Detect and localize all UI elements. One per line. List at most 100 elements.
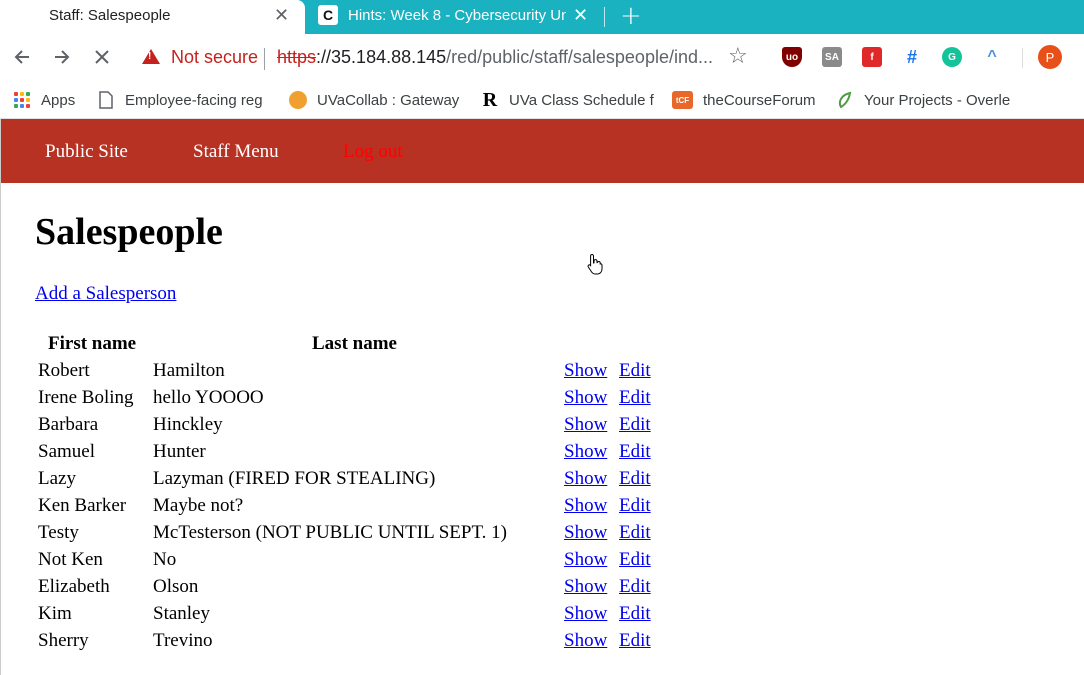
first-name-cell: Samuel [38, 441, 95, 462]
url-scheme: https [277, 47, 317, 67]
last-name-cell: No [153, 549, 177, 570]
show-link[interactable]: Show [564, 576, 607, 598]
apps-grid-icon [13, 91, 31, 109]
tab-hints-week8[interactable]: C Hints: Week 8 - Cybersecurity Un ✕ [305, 0, 605, 34]
tab-close-icon[interactable]: ✕ [274, 5, 289, 26]
last-name-cell: hello YOOOO [153, 387, 264, 408]
warning-icon[interactable] [142, 49, 160, 64]
tab-close-icon[interactable]: ✕ [573, 5, 588, 26]
edit-link[interactable]: Edit [619, 441, 651, 463]
show-link[interactable]: Show [564, 522, 607, 544]
grid-icon[interactable]: # [902, 47, 922, 67]
grammarly-icon[interactable]: G [942, 47, 962, 67]
edit-link[interactable]: Edit [619, 495, 651, 517]
last-name-cell: Maybe not? [153, 495, 244, 516]
forward-arrow-icon[interactable] [49, 44, 75, 70]
table-row: Testy McTesterson (NOT PUBLIC UNTIL SEPT.… [1, 522, 701, 549]
bookmark-label: Employee-facing reg [125, 91, 263, 109]
tab-staff-salespeople[interactable]: Staff: Salespeople ✕ [0, 0, 305, 34]
first-name-cell: Irene Boling [38, 387, 134, 408]
tab-title: Staff: Salespeople [49, 7, 171, 24]
tab-title: Hints: Week 8 - Cybersecurity Un [348, 7, 566, 24]
first-name-cell: Not Ken [38, 549, 103, 570]
show-link[interactable]: Show [564, 630, 607, 652]
first-name-cell: Robert [38, 360, 90, 381]
table-row: Samuel Hunter Show Edit [1, 441, 701, 468]
edit-link[interactable]: Edit [619, 360, 651, 382]
bookmark-uva-class-schedule[interactable]: R UVa Class Schedule f [481, 89, 654, 111]
bookmark-employee-facing[interactable]: Employee-facing reg [97, 89, 263, 111]
edit-link[interactable]: Edit [619, 549, 651, 571]
show-link[interactable]: Show [564, 603, 607, 625]
course-favicon-icon: C [318, 5, 338, 25]
rainbow-icon[interactable]: ^ [982, 47, 1002, 67]
last-name-cell: McTesterson (NOT PUBLIC UNTIL SEPT. 1) [153, 522, 508, 543]
bookmark-label: UVaCollab : Gateway [317, 91, 460, 109]
first-name-cell: Testy [38, 522, 79, 543]
header-last-name: Last name [312, 333, 397, 354]
url-divider [264, 48, 265, 70]
bookmark-uvacollab[interactable]: UVaCollab : Gateway [289, 89, 459, 111]
show-link[interactable]: Show [564, 468, 607, 490]
edit-link[interactable]: Edit [619, 468, 651, 490]
last-name-cell: Olson [153, 576, 199, 597]
bookmark-label: UVa Class Schedule f [509, 91, 654, 109]
stop-loading-icon[interactable] [89, 44, 115, 70]
public-site-link[interactable]: Public Site [45, 141, 128, 163]
add-salesperson-link[interactable]: Add a Salesperson [35, 283, 176, 305]
table-row: Elizabeth Olson Show Edit [1, 576, 701, 603]
edit-link[interactable]: Edit [619, 387, 651, 409]
show-link[interactable]: Show [564, 360, 607, 382]
show-link[interactable]: Show [564, 441, 607, 463]
table-row: Lazy Lazyman (FIRED FOR STEALING) Show Edit [1, 468, 701, 495]
bookmark-thecourseforum[interactable]: tCF theCourseForum [672, 89, 816, 111]
staff-menu-link[interactable]: Staff Menu [193, 141, 279, 163]
bookmark-overleaf[interactable]: Your Projects - Overle [836, 89, 1010, 111]
show-link[interactable]: Show [564, 495, 607, 517]
first-name-cell: Sherry [38, 630, 89, 651]
edit-link[interactable]: Edit [619, 522, 651, 544]
table-row: Not Ken No Show Edit [1, 549, 701, 576]
show-link[interactable]: Show [564, 387, 607, 409]
page-icon [97, 91, 115, 109]
edit-link[interactable]: Edit [619, 630, 651, 652]
table-row: Irene Boling hello YOOOO Show Edit [1, 387, 701, 414]
bookmarks-bar: Apps Employee-facing reg UVaCollab : Gat… [0, 82, 1084, 119]
back-arrow-icon[interactable] [9, 44, 35, 70]
bookmark-star-icon[interactable]: ☆ [728, 44, 748, 69]
bookmark-apps[interactable]: Apps [13, 89, 75, 111]
profile-avatar[interactable]: P [1038, 45, 1062, 69]
last-name-cell: Hamilton [153, 360, 225, 381]
site-nav-bar: Public Site Staff Menu Log out [1, 119, 1084, 183]
last-name-cell: Stanley [153, 603, 210, 624]
first-name-cell: Lazy [38, 468, 76, 489]
log-out-link[interactable]: Log out [343, 141, 403, 163]
ublock-icon[interactable]: uo [782, 47, 802, 67]
table-row: Barbara Hinckley Show Edit [1, 414, 701, 441]
tab-divider [604, 7, 605, 27]
last-name-cell: Hunter [153, 441, 206, 462]
tcf-logo-icon: tCF [672, 91, 693, 109]
tab-strip: Staff: Salespeople ✕ C Hints: Week 8 - C… [0, 0, 1084, 34]
page-title: Salespeople [35, 211, 223, 253]
web-page: Public Site Staff Menu Log out Salespeop… [0, 119, 1084, 675]
r-logo-icon: R [482, 88, 498, 111]
first-name-cell: Ken Barker [38, 495, 127, 516]
overleaf-leaf-icon [836, 91, 854, 109]
flipboard-icon[interactable]: f [862, 47, 882, 67]
edit-link[interactable]: Edit [619, 603, 651, 625]
edit-link[interactable]: Edit [619, 576, 651, 598]
new-tab-button[interactable]: + [620, 1, 642, 31]
address-bar[interactable]: https://35.184.88.145/red/public/staff/s… [277, 47, 713, 68]
table-row: Robert Hamilton Show Edit [1, 360, 701, 387]
toolbar-divider [1022, 48, 1023, 68]
last-name-cell: Trevino [153, 630, 213, 651]
edit-link[interactable]: Edit [619, 414, 651, 436]
bookmark-label: theCourseForum [703, 91, 816, 109]
sa-icon[interactable]: SA [822, 47, 842, 67]
table-row: Kim Stanley Show Edit [1, 603, 701, 630]
show-link[interactable]: Show [564, 549, 607, 571]
not-secure-label[interactable]: Not secure [171, 47, 258, 68]
url-path: /red/public/staff/salespeople/ind... [446, 47, 713, 67]
show-link[interactable]: Show [564, 414, 607, 436]
